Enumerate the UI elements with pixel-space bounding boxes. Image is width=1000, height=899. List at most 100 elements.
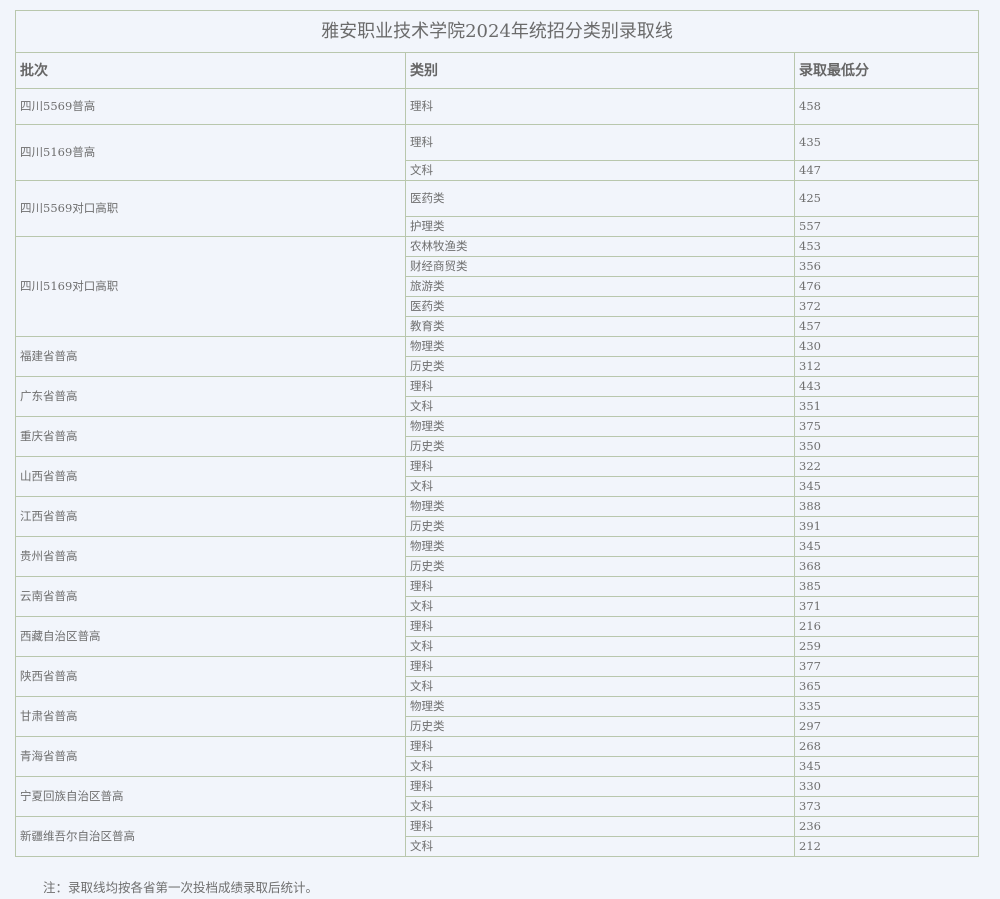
score-cell: 216 [793, 616, 980, 637]
table-row: 青海省普高 理科 268 [15, 736, 980, 777]
footnote: 注：录取线均按各省第一次投档成绩录取后统计。 [43, 880, 319, 895]
category-cell: 文科 [405, 756, 795, 777]
batch-cell: 陕西省普高 [15, 656, 406, 697]
batch-cell: 贵州省普高 [15, 536, 406, 577]
table-row: 西藏自治区普高 理科 216 [15, 616, 980, 657]
column-header-batch: 批次 [15, 52, 406, 89]
score-cell: 557 [793, 216, 980, 237]
category-cell: 理科 [405, 124, 795, 161]
table-row: 重庆省普高 物理类 375 [15, 416, 980, 457]
batch-cell: 青海省普高 [15, 736, 406, 777]
category-cell: 历史类 [405, 716, 795, 737]
score-cell: 345 [793, 536, 980, 557]
category-cell: 文科 [405, 596, 795, 617]
score-cell: 351 [793, 396, 980, 417]
score-cell: 453 [793, 236, 980, 257]
category-cell: 历史类 [405, 436, 795, 457]
table-row: 江西省普高 物理类 388 [15, 496, 980, 537]
batch-cell: 江西省普高 [15, 496, 406, 537]
category-cell: 理科 [405, 816, 795, 837]
score-cell: 388 [793, 496, 980, 517]
batch-cell: 四川5169对口高职 [15, 236, 406, 337]
score-cell: 391 [793, 516, 980, 537]
score-cell: 236 [793, 816, 980, 837]
score-cell: 377 [793, 656, 980, 677]
score-cell: 443 [793, 376, 980, 397]
category-cell: 护理类 [405, 216, 795, 237]
batch-cell: 山西省普高 [15, 456, 406, 497]
table-row: 云南省普高 理科 385 [15, 576, 980, 617]
category-cell: 理科 [405, 88, 795, 125]
score-cell: 356 [793, 256, 980, 277]
table-row: 四川5569普高 理科 458 [15, 88, 980, 125]
category-cell: 物理类 [405, 696, 795, 717]
category-cell: 历史类 [405, 516, 795, 537]
column-header-score: 录取最低分 [793, 52, 980, 89]
category-cell: 文科 [405, 160, 795, 181]
batch-cell: 新疆维吾尔自治区普高 [15, 816, 406, 857]
table-row: 甘肃省普高 物理类 335 [15, 696, 980, 737]
table-row: 四川5169普高 理科 435 [15, 124, 980, 181]
category-cell: 理科 [405, 376, 795, 397]
category-cell: 文科 [405, 476, 795, 497]
table-row: 广东省普高 理科 443 [15, 376, 980, 417]
score-cell: 385 [793, 576, 980, 597]
category-cell: 文科 [405, 836, 795, 857]
score-cell: 345 [793, 756, 980, 777]
batch-cell: 广东省普高 [15, 376, 406, 417]
category-cell: 文科 [405, 676, 795, 697]
score-cell: 330 [793, 776, 980, 797]
batch-cell: 重庆省普高 [15, 416, 406, 457]
score-cell: 368 [793, 556, 980, 577]
score-cell: 372 [793, 296, 980, 317]
batch-cell: 四川5569普高 [15, 88, 406, 125]
category-cell: 旅游类 [405, 276, 795, 297]
category-cell: 历史类 [405, 356, 795, 377]
score-cell: 371 [793, 596, 980, 617]
table-row: 贵州省普高 物理类 345 [15, 536, 980, 577]
category-cell: 农林牧渔类 [405, 236, 795, 257]
category-cell: 文科 [405, 636, 795, 657]
score-cell: 268 [793, 736, 980, 757]
score-cell: 212 [793, 836, 980, 857]
score-cell: 375 [793, 416, 980, 437]
column-header-category: 类别 [405, 52, 795, 89]
batch-cell: 四川5569对口高职 [15, 180, 406, 237]
category-cell: 理科 [405, 736, 795, 757]
category-cell: 教育类 [405, 316, 795, 337]
category-cell: 文科 [405, 396, 795, 417]
score-cell: 322 [793, 456, 980, 477]
category-cell: 物理类 [405, 536, 795, 557]
score-cell: 365 [793, 676, 980, 697]
table-row: 四川5569对口高职 医药类 425 [15, 180, 980, 237]
score-cell: 373 [793, 796, 980, 817]
admission-score-table: 雅安职业技术学院2024年统招分类别录取线 批次 类别 录取最低分 四川5569… [14, 10, 980, 857]
score-cell: 476 [793, 276, 980, 297]
score-cell: 435 [793, 124, 980, 161]
category-cell: 历史类 [405, 556, 795, 577]
category-cell: 财经商贸类 [405, 256, 795, 277]
batch-cell: 西藏自治区普高 [15, 616, 406, 657]
batch-cell: 四川5169普高 [15, 124, 406, 181]
batch-cell: 云南省普高 [15, 576, 406, 617]
table-body: 四川5569普高 理科 458 四川5169普高 理科 435 文科 447 四川5569对口高… [15, 88, 980, 857]
category-cell: 物理类 [405, 416, 795, 437]
category-cell: 理科 [405, 576, 795, 597]
table-row: 宁夏回族自治区普高 理科 330 [15, 776, 980, 817]
table-row: 新疆维吾尔自治区普高 理科 236 [15, 816, 980, 857]
table-row: 福建省普高 物理类 430 [15, 336, 980, 377]
category-cell: 理科 [405, 616, 795, 637]
category-cell: 物理类 [405, 336, 795, 357]
category-cell: 医药类 [405, 180, 795, 217]
score-cell: 425 [793, 180, 980, 217]
batch-cell: 福建省普高 [15, 336, 406, 377]
table-title: 雅安职业技术学院2024年统招分类别录取线 [14, 10, 980, 53]
score-cell: 447 [793, 160, 980, 181]
score-cell: 457 [793, 316, 980, 337]
table-row: 陕西省普高 理科 377 [15, 656, 980, 697]
batch-cell: 甘肃省普高 [15, 696, 406, 737]
table-row: 山西省普高 理科 322 [15, 456, 980, 497]
score-cell: 350 [793, 436, 980, 457]
score-cell: 259 [793, 636, 980, 657]
score-cell: 458 [793, 88, 980, 125]
